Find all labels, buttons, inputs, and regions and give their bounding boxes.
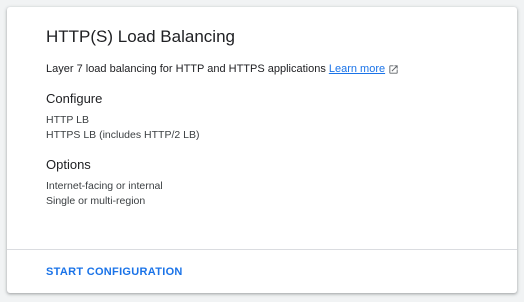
configure-item-https-lb: HTTPS LB (includes HTTP/2 LB): [46, 129, 200, 141]
configure-item-http-lb: HTTP LB: [46, 114, 89, 126]
learn-more-link[interactable]: Learn more: [329, 61, 385, 77]
external-link-icon[interactable]: [388, 64, 399, 75]
card-footer: START CONFIGURATION: [7, 250, 517, 293]
options-item-internet-facing: Internet-facing or internal: [46, 180, 163, 192]
configure-list: HTTP LB HTTPS LB (includes HTTP/2 LB): [46, 113, 517, 143]
options-item-region: Single or multi-region: [46, 195, 146, 207]
load-balancer-card: HTTP(S) Load Balancing Layer 7 load bala…: [7, 7, 517, 293]
start-configuration-button[interactable]: START CONFIGURATION: [46, 266, 183, 278]
card-description-row: Layer 7 load balancing for HTTP and HTTP…: [46, 61, 517, 77]
configure-heading: Configure: [46, 91, 103, 106]
card-body: HTTP(S) Load Balancing Layer 7 load bala…: [7, 7, 517, 249]
options-list: Internet-facing or internal Single or mu…: [46, 179, 517, 209]
options-heading: Options: [46, 157, 91, 172]
card-description: Layer 7 load balancing for HTTP and HTTP…: [46, 63, 326, 75]
card-title: HTTP(S) Load Balancing: [46, 27, 235, 46]
